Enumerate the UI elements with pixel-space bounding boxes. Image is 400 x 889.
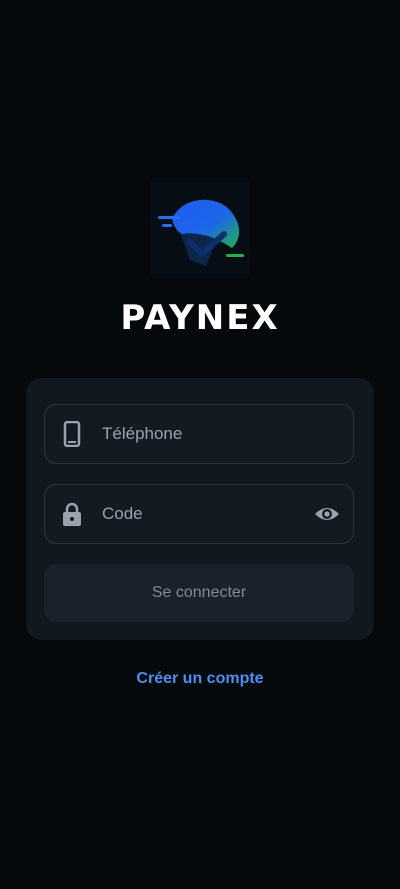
create-account-link[interactable]: Créer un compte xyxy=(0,670,400,688)
code-field[interactable]: Code xyxy=(44,484,354,544)
phone-placeholder: Téléphone xyxy=(102,424,183,443)
login-card: Téléphone Code Se connecter xyxy=(26,378,374,640)
eye-icon[interactable] xyxy=(314,503,340,525)
phone-field[interactable]: Téléphone xyxy=(44,404,354,464)
phone-icon xyxy=(63,421,81,447)
paynex-logo xyxy=(150,178,250,278)
lock-icon xyxy=(63,502,81,526)
login-screen: PAYNEX Téléphone Code Se connecter Créer… xyxy=(0,0,400,889)
logo-mark xyxy=(158,199,244,266)
code-placeholder: Code xyxy=(102,504,143,523)
brand-name: PAYNEX xyxy=(120,298,280,338)
login-button[interactable]: Se connecter xyxy=(44,564,354,622)
